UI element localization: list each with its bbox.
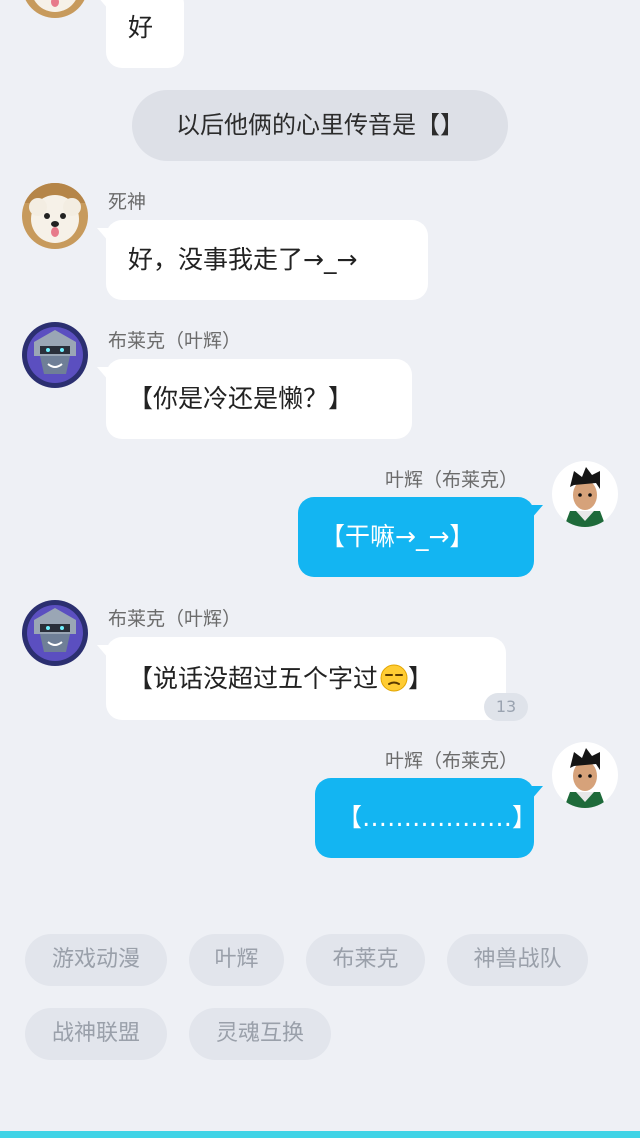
tag-chip[interactable]: 灵魂互换 (189, 1008, 331, 1060)
avatar-robot[interactable] (22, 322, 88, 388)
sender-name: 死神 (108, 191, 147, 213)
message-bubble-3[interactable]: 【干嘛→_→】 (298, 497, 543, 577)
message-bubble-0[interactable]: 好 (97, 0, 184, 68)
tag-chip[interactable]: 战神联盟 (25, 1008, 167, 1060)
sender-name: 叶辉（布莱克） (385, 469, 519, 491)
message-text: 好 (128, 13, 154, 42)
message-text: 【………………】 (337, 803, 538, 832)
system-message: 以后他俩的心里传音是【】 (132, 90, 508, 161)
avatar-boy[interactable] (552, 461, 618, 527)
dog-avatar-icon (22, 0, 88, 18)
avatar-dog-partial[interactable] (22, 0, 88, 18)
message-text-end: 】 (408, 664, 434, 693)
message-text: 【你是冷还是懒？】 (128, 384, 354, 413)
sender-name: 布莱克（叶辉） (108, 330, 242, 352)
message-text: 【干嘛→_→】 (320, 522, 475, 551)
reaction-count-badge[interactable]: 13 (484, 693, 528, 721)
message-bubble-1[interactable]: 好，没事我走了→_→ (97, 220, 428, 300)
message-text: 【说话没超过五个字过 (128, 664, 379, 693)
robot-avatar-icon (22, 322, 88, 388)
message-bubble-5[interactable]: 【………………】 (315, 778, 543, 858)
boy-avatar-icon (552, 461, 618, 527)
message-bubble-2[interactable]: 【你是冷还是懒？】 (97, 359, 412, 439)
avatar-dog[interactable] (22, 183, 88, 249)
avatar-robot[interactable] (22, 600, 88, 666)
dog-avatar-icon (22, 183, 88, 249)
tag-chip[interactable]: 叶辉 (189, 934, 284, 986)
tag-chip[interactable]: 神兽战队 (447, 934, 588, 986)
sender-name: 布莱克（叶辉） (108, 608, 242, 630)
robot-avatar-icon (22, 600, 88, 666)
boy-avatar-icon (552, 742, 618, 808)
unamused-face-icon (380, 642, 408, 692)
tag-chip[interactable]: 布莱克 (306, 934, 425, 986)
message-bubble-4[interactable]: 【说话没超过五个字过 】 (97, 637, 506, 720)
sender-name: 叶辉（布莱克） (385, 750, 519, 772)
avatar-boy[interactable] (552, 742, 618, 808)
tag-chip[interactable]: 游戏动漫 (25, 934, 167, 986)
message-text: 好，没事我走了→_→ (128, 245, 358, 274)
bottom-accent-bar (0, 1131, 640, 1138)
